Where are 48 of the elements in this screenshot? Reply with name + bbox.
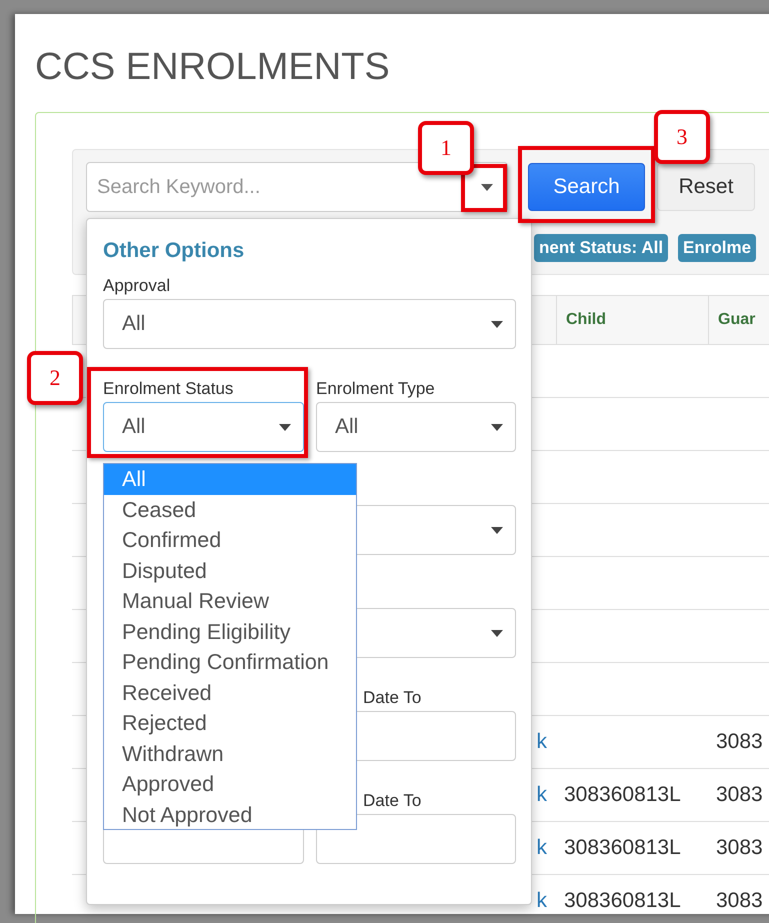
caret-icon — [481, 184, 493, 190]
popover-title: Other Options — [103, 238, 246, 264]
column-header: Child — [556, 296, 708, 344]
column-header: Guar — [708, 296, 769, 344]
field-label: Date To — [363, 791, 422, 810]
select-field[interactable]: All — [316, 402, 516, 452]
table-cell: 3083 — [716, 889, 763, 912]
table-cell: 308360813L — [564, 836, 681, 859]
table-cell: 308360813L — [564, 889, 681, 912]
table-link[interactable]: k — [536, 836, 547, 859]
select-field[interactable]: All — [103, 402, 304, 452]
dropdown-option[interactable]: Ceased — [104, 494, 356, 525]
dropdown-option[interactable]: Pending Confirmation — [104, 647, 356, 678]
table-cell: 3083 — [716, 730, 763, 753]
dropdown-option[interactable]: Manual Review — [104, 586, 356, 616]
dropdown-option[interactable]: Disputed — [104, 556, 356, 586]
step-number: 1 — [418, 121, 474, 175]
dropdown-option[interactable]: Confirmed — [104, 525, 356, 556]
step-number: 2 — [27, 351, 83, 405]
field-label: Approval — [103, 276, 170, 295]
table-cell: 3083 — [716, 836, 763, 859]
field-label: Enrolment Status — [103, 379, 234, 398]
dropdown-option[interactable]: Pending Eligibility — [104, 616, 356, 647]
dropdown-option[interactable]: Rejected — [104, 708, 356, 738]
field-label: Date To — [363, 688, 422, 707]
caret-icon — [279, 424, 291, 431]
dropdown-option[interactable]: Received — [104, 678, 356, 708]
caret-icon — [491, 424, 503, 431]
field-label: Enrolment Type — [316, 379, 435, 398]
filter-tag: Enrolme — [678, 234, 756, 262]
table-cell: 3083 — [716, 783, 763, 806]
caret-icon — [491, 527, 503, 534]
search-button[interactable]: Search — [528, 163, 645, 211]
filter-tag: nent Status: All — [534, 234, 668, 262]
reset-button[interactable]: Reset — [657, 163, 755, 211]
table-cell: 308360813L — [564, 783, 681, 806]
search-field[interactable]: Search Keyword... — [86, 162, 508, 212]
dropdown-option[interactable]: Not Approved — [104, 800, 356, 830]
dropdown-option[interactable]: Withdrawn — [104, 738, 356, 769]
caret-icon — [491, 321, 503, 328]
dropdown-option[interactable]: Approved — [104, 769, 356, 800]
page-title: CCS ENROLMENTS — [35, 45, 391, 90]
step-number: 3 — [654, 110, 710, 164]
table-link[interactable]: k — [536, 730, 547, 753]
table-link[interactable]: k — [536, 783, 547, 806]
select-field[interactable]: All — [103, 299, 516, 349]
table-link[interactable]: k — [536, 889, 547, 912]
caret-icon — [491, 630, 503, 637]
